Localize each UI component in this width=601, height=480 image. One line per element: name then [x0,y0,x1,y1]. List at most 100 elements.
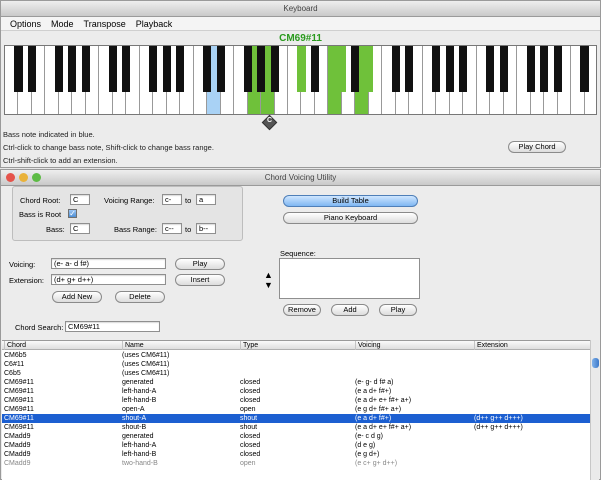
black-key[interactable] [553,46,562,92]
table-row[interactable]: CM69#11 left-hand-B closed (e a d+ e+ f#+ a… [2,396,590,405]
bass-field[interactable]: C [70,223,90,234]
table-cell: CM69#11 [4,397,34,404]
menu-bar: Options Mode Transpose Playback [1,17,600,31]
black-key[interactable] [122,46,131,92]
add-button[interactable]: Add [331,304,369,316]
black-key[interactable] [216,46,225,92]
menu-playback[interactable]: Playback [131,17,178,30]
hint-ctrl-shift-click: Ctrl-shift-click to add an extension. [3,156,118,165]
chord-search-field[interactable]: CM69#11 [65,321,160,332]
black-key[interactable] [310,46,319,92]
table-row[interactable]: CM69#11 shout-A shout (e a d+ f#+) (d++ g++ … [2,414,590,423]
table-row[interactable]: CM69#11 generated closed (e- g- d f# a) [2,378,590,387]
play-chord-button[interactable]: Play Chord [508,141,566,153]
black-key[interactable] [391,46,400,92]
table-cell: open [240,460,256,467]
black-key[interactable] [54,46,63,92]
menu-mode[interactable]: Mode [46,17,79,30]
insert-button[interactable]: Insert [175,274,225,286]
black-key[interactable] [405,46,414,92]
play-sequence-button[interactable]: Play [379,304,417,316]
extension-label: Extension: [9,276,45,285]
table-row[interactable]: CMadd9 generated closed (e- c d g) [2,432,590,441]
table-cell: generated [122,379,154,386]
black-key[interactable] [27,46,36,92]
sequence-list[interactable] [279,258,420,299]
table-row[interactable]: C6b5 (uses CM6#11) [2,369,590,378]
close-window-icon[interactable] [6,173,15,182]
table-cell: CMadd9 [4,433,31,440]
bass-label: Bass: [46,225,65,234]
voicing-range-to-field[interactable]: a [196,194,216,205]
bass-range-from-field[interactable]: c-- [162,223,182,234]
delete-button[interactable]: Delete [115,291,165,303]
move-down-icon[interactable]: ▼ [264,280,273,290]
black-key[interactable] [14,46,23,92]
column-header[interactable]: Voicing [355,341,474,350]
piano-keyboard-button[interactable]: Piano Keyboard [283,212,418,224]
voicing-field[interactable]: (e- a- d f#) [51,258,166,269]
black-key[interactable] [162,46,171,92]
black-key[interactable] [540,46,549,92]
black-key[interactable] [580,46,589,92]
remove-button[interactable]: Remove [283,304,321,316]
column-header[interactable]: Chord [4,341,122,350]
table-header: Chord Name Type Voicing Extension [2,341,590,350]
black-key[interactable] [108,46,117,92]
black-key[interactable] [297,46,306,92]
black-key[interactable] [486,46,495,92]
black-key[interactable] [432,46,441,92]
table-row[interactable]: CM69#11 left-hand-A closed (e a d+ f#+) [2,387,590,396]
black-key[interactable] [459,46,468,92]
black-key[interactable] [499,46,508,92]
table-row[interactable]: C6#11 (uses CM6#11) [2,360,590,369]
table-cell: closed [240,388,261,395]
bass-is-root-checkbox[interactable]: ✓ [68,209,77,218]
column-header[interactable]: Name [122,341,240,350]
scrollbar-thumb[interactable] [592,358,599,368]
add-new-button[interactable]: Add New [52,291,102,303]
bass-range-to-field[interactable]: b-- [196,223,216,234]
black-key[interactable] [68,46,77,92]
table-row[interactable]: CMadd9 left-hand-A closed (d e g) [2,441,590,450]
column-header[interactable]: Extension [474,341,590,350]
current-chord-name: CM69#11 [279,33,322,44]
table-cell: CMadd9 [4,451,31,458]
move-up-icon[interactable]: ▲ [264,270,273,280]
table-row[interactable]: CM6b5 (uses CM6#11) [2,351,590,360]
table-row[interactable]: CM69#11 open-A open (e g d+ f#+ a+) [2,405,590,414]
table-scrollbar[interactable] [590,340,599,480]
play-voicing-button[interactable]: Play [175,258,225,270]
extension-field[interactable]: (d+ g+ d++) [51,274,166,285]
black-key[interactable] [149,46,158,92]
piano-keyboard[interactable] [4,45,597,115]
table-row[interactable]: CMadd9 two-hand-B open (e c+ g+ d++) [2,459,590,468]
black-key[interactable] [257,46,266,92]
black-key[interactable] [337,46,346,92]
black-key[interactable] [81,46,90,92]
table-cell: shout [240,415,258,422]
black-key[interactable] [270,46,279,92]
menu-options[interactable]: Options [5,17,46,30]
black-key[interactable] [445,46,454,92]
menu-transpose[interactable]: Transpose [79,17,131,30]
keyboard-window-title: Keyboard [283,4,318,13]
black-key[interactable] [243,46,252,92]
build-table-button[interactable]: Build Table [283,195,418,207]
voicing-range-from-field[interactable]: c- [162,194,182,205]
table-cell: (d++ g++ d+++) [474,424,523,431]
minimize-window-icon[interactable] [19,173,28,182]
hint-ctrl-click: Ctrl-click to change bass note, Shift-cl… [3,143,214,152]
table-row[interactable]: CM69#11 shout-B shout (e a d+ e+ f#+ a+) (d+… [2,423,590,432]
black-key[interactable] [176,46,185,92]
column-header[interactable]: Type [240,341,355,350]
chord-root-label: Chord Root: [20,196,61,205]
black-key[interactable] [526,46,535,92]
window-controls [6,173,41,182]
black-key[interactable] [203,46,212,92]
zoom-window-icon[interactable] [32,173,41,182]
table-row[interactable]: CMadd9 left-hand-B closed (e g d+) [2,450,590,459]
black-key[interactable] [364,46,373,92]
black-key[interactable] [351,46,360,92]
chord-root-field[interactable]: C [70,194,90,205]
